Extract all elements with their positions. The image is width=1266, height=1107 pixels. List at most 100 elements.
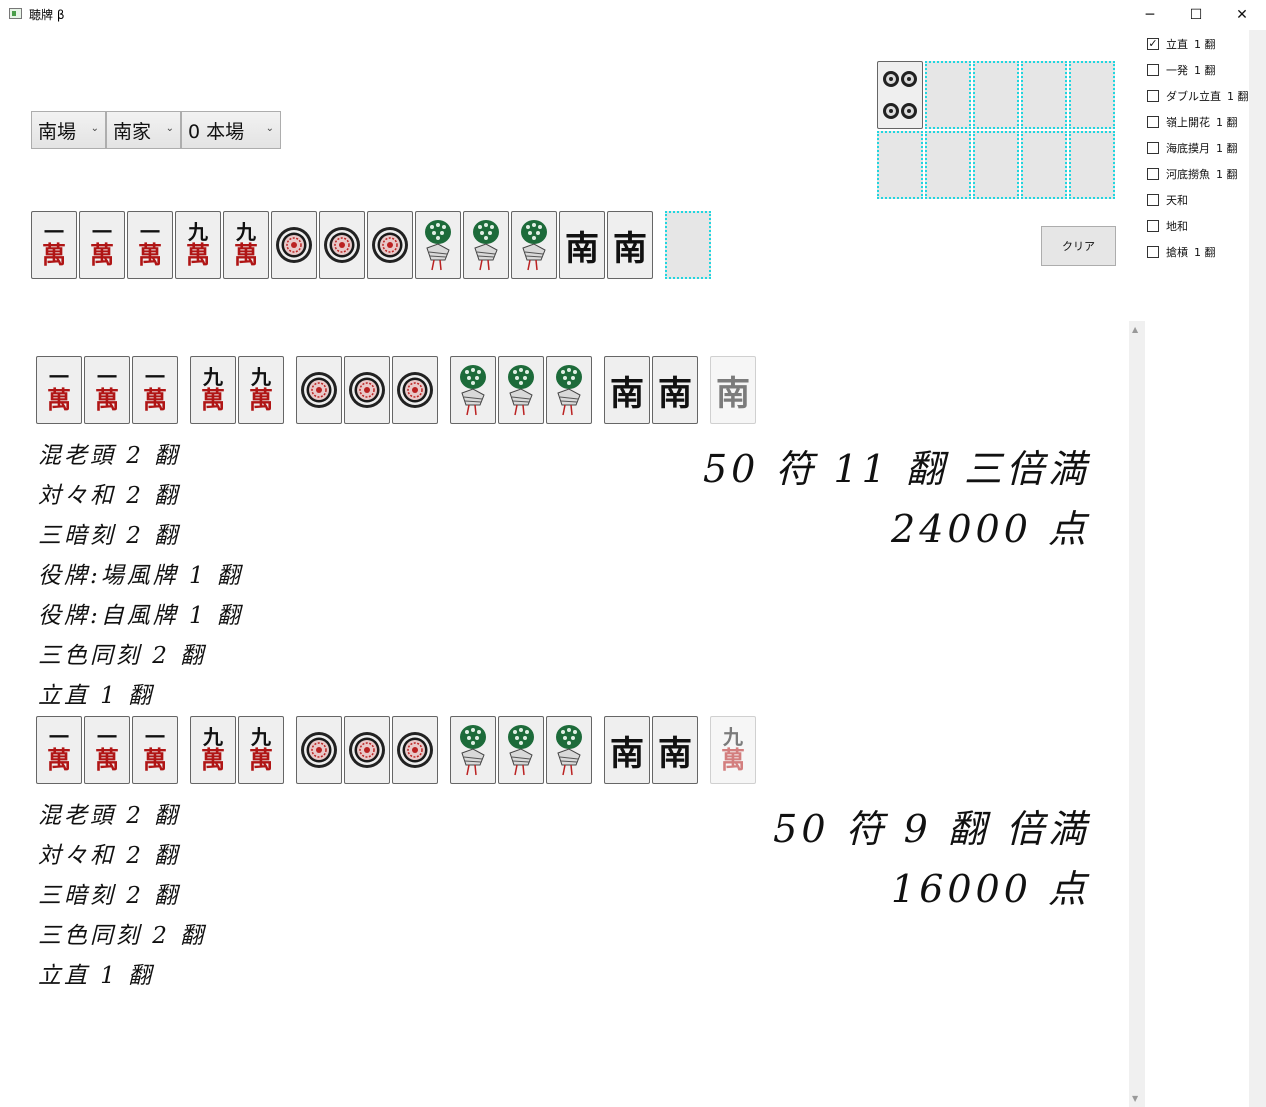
wind-tile[interactable]: 南 bbox=[652, 356, 698, 424]
option-checkbox[interactable]: ✓ 立直 1 翻 bbox=[1147, 35, 1216, 53]
sou-tile-icon[interactable] bbox=[546, 356, 592, 424]
man-tile[interactable]: 一萬 bbox=[31, 211, 77, 279]
man-tile[interactable]: 一萬 bbox=[36, 356, 82, 424]
wind-tile[interactable]: 南 bbox=[559, 211, 605, 279]
tile-number: 一 bbox=[140, 220, 160, 244]
close-button[interactable]: ✕ bbox=[1219, 0, 1265, 30]
sou-tile-icon[interactable] bbox=[511, 211, 557, 279]
pin-tile-icon[interactable] bbox=[319, 211, 365, 279]
window-scrollbar[interactable] bbox=[1249, 30, 1266, 1107]
pin-tile-icon[interactable] bbox=[296, 716, 342, 784]
sou-tile-icon[interactable] bbox=[450, 356, 496, 424]
man-tile[interactable]: 九萬 bbox=[190, 356, 236, 424]
pin-tile-icon[interactable] bbox=[392, 716, 438, 784]
pin-tile-icon[interactable] bbox=[367, 211, 413, 279]
option-checkbox[interactable]: 搶槓 1 翻 bbox=[1147, 243, 1216, 261]
dora-slot[interactable] bbox=[973, 131, 1019, 199]
dora-slot[interactable] bbox=[925, 131, 971, 199]
pin-tile-icon[interactable] bbox=[392, 356, 438, 424]
option-checkbox[interactable]: 地和 bbox=[1147, 217, 1188, 235]
title-bar: 聴牌 β ─ ☐ ✕ bbox=[0, 0, 1266, 30]
wind-tile[interactable]: 南 bbox=[604, 356, 650, 424]
checkbox-icon[interactable] bbox=[1147, 246, 1159, 258]
dora-slot[interactable] bbox=[877, 131, 923, 199]
scroll-down-icon[interactable]: ▼ bbox=[1132, 1094, 1138, 1103]
sou-tile-icon[interactable] bbox=[415, 211, 461, 279]
man-tile[interactable]: 九萬 bbox=[223, 211, 269, 279]
man-tile[interactable]: 九萬 bbox=[238, 356, 284, 424]
honba-select[interactable]: 0 本場 ⌄ bbox=[181, 111, 281, 149]
yaku-line: 三色同刻 2 翻 bbox=[38, 923, 207, 949]
tile-suit-char: 萬 bbox=[249, 385, 273, 414]
man-tile[interactable]: 九萬 bbox=[190, 716, 236, 784]
checkbox-icon[interactable] bbox=[1147, 116, 1159, 128]
yaku-line: 役牌:自風牌 1 翻 bbox=[38, 603, 244, 629]
clear-button[interactable]: クリア bbox=[1041, 226, 1116, 266]
yaku-line: 混老頭 2 翻 bbox=[38, 803, 181, 829]
man-tile[interactable]: 九萬 bbox=[710, 716, 756, 784]
man-tile[interactable]: 一萬 bbox=[36, 716, 82, 784]
window-title: 聴牌 β bbox=[29, 8, 65, 22]
round-wind-select[interactable]: 南場 ⌄ bbox=[31, 111, 106, 149]
sou-tile-icon[interactable] bbox=[498, 716, 544, 784]
wind-char: 南 bbox=[613, 228, 647, 269]
sou-tile-icon[interactable] bbox=[450, 716, 496, 784]
dora-slot[interactable] bbox=[1069, 131, 1115, 199]
wind-tile[interactable]: 南 bbox=[607, 211, 653, 279]
man-tile[interactable]: 一萬 bbox=[84, 356, 130, 424]
wind-tile[interactable]: 南 bbox=[604, 716, 650, 784]
checkbox-icon[interactable] bbox=[1147, 168, 1159, 180]
option-checkbox[interactable]: 嶺上開花 1 翻 bbox=[1147, 113, 1238, 131]
tile-number: 一 bbox=[92, 220, 112, 244]
sou-tile-icon[interactable] bbox=[546, 716, 592, 784]
winning-tile-slot[interactable] bbox=[665, 211, 711, 279]
dora-indicator-2p-icon[interactable] bbox=[877, 61, 923, 129]
man-tile[interactable]: 九萬 bbox=[175, 211, 221, 279]
pin-tile-icon[interactable] bbox=[344, 356, 390, 424]
pin-tile-icon[interactable] bbox=[296, 356, 342, 424]
minimize-button[interactable]: ─ bbox=[1127, 0, 1173, 30]
yaku-line: 三色同刻 2 翻 bbox=[38, 643, 207, 669]
dora-slot[interactable] bbox=[973, 61, 1019, 129]
option-checkbox[interactable]: 海底摸月 1 翻 bbox=[1147, 139, 1238, 157]
man-tile[interactable]: 一萬 bbox=[132, 716, 178, 784]
checkbox-icon[interactable] bbox=[1147, 90, 1159, 102]
tile-number: 九 bbox=[251, 725, 271, 749]
sou-tile-icon[interactable] bbox=[463, 211, 509, 279]
option-checkbox[interactable]: 河底撈魚 1 翻 bbox=[1147, 165, 1238, 183]
pin-tile-icon[interactable] bbox=[344, 716, 390, 784]
results-scrollbar[interactable]: ▲ ▼ bbox=[1129, 321, 1145, 1107]
option-han: 1 翻 bbox=[1194, 38, 1216, 51]
dora-slot[interactable] bbox=[1069, 61, 1115, 129]
yaku-line: 三暗刻 2 翻 bbox=[38, 883, 181, 909]
tile-suit-char: 萬 bbox=[90, 240, 114, 269]
maximize-button[interactable]: ☐ bbox=[1173, 0, 1219, 30]
option-label: 嶺上開花 bbox=[1166, 116, 1210, 129]
option-label: 立直 bbox=[1166, 38, 1188, 51]
seat-wind-select[interactable]: 南家 ⌄ bbox=[106, 111, 181, 149]
checkbox-icon[interactable] bbox=[1147, 194, 1159, 206]
checkbox-icon[interactable] bbox=[1147, 220, 1159, 232]
dora-slot[interactable] bbox=[925, 61, 971, 129]
option-checkbox[interactable]: 天和 bbox=[1147, 191, 1188, 209]
option-checkbox[interactable]: 一発 1 翻 bbox=[1147, 61, 1216, 79]
man-tile[interactable]: 九萬 bbox=[238, 716, 284, 784]
pin-tile-icon[interactable] bbox=[271, 211, 317, 279]
option-checkbox[interactable]: ダブル立直 1 翻 bbox=[1147, 87, 1249, 105]
man-tile[interactable]: 一萬 bbox=[127, 211, 173, 279]
checkbox-icon[interactable] bbox=[1147, 142, 1159, 154]
tile-suit-char: 萬 bbox=[201, 385, 225, 414]
option-han: 1 翻 bbox=[1216, 168, 1238, 181]
wind-tile[interactable]: 南 bbox=[710, 356, 756, 424]
man-tile[interactable]: 一萬 bbox=[132, 356, 178, 424]
man-tile[interactable]: 一萬 bbox=[79, 211, 125, 279]
dora-slot[interactable] bbox=[1021, 61, 1067, 129]
man-tile[interactable]: 一萬 bbox=[84, 716, 130, 784]
wind-tile[interactable]: 南 bbox=[652, 716, 698, 784]
dora-slot[interactable] bbox=[1021, 131, 1067, 199]
checkbox-icon[interactable] bbox=[1147, 64, 1159, 76]
sou-tile-icon[interactable] bbox=[498, 356, 544, 424]
option-label: ダブル立直 bbox=[1166, 90, 1221, 103]
checkbox-checked-icon[interactable]: ✓ bbox=[1147, 38, 1159, 50]
scroll-up-icon[interactable]: ▲ bbox=[1132, 325, 1138, 334]
